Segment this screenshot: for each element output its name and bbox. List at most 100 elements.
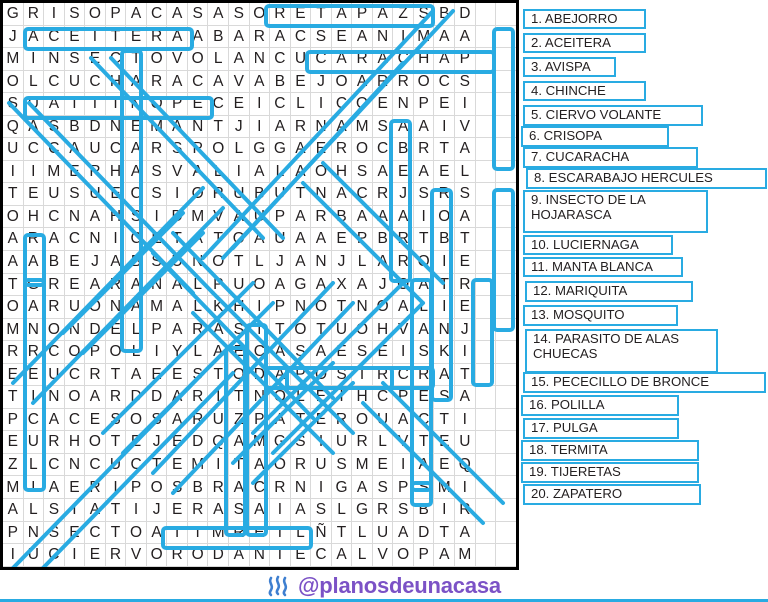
word-list-item[interactable]: 15. PECECILLO DE BRONCE [523,372,766,393]
grid-cell: V [208,205,230,229]
word-list-item[interactable]: 1. ABEJORRO [523,9,646,29]
grid-cell [475,476,497,500]
word-list-item[interactable]: 11. MANTA BLANCA [523,257,683,277]
grid-cell: U [23,431,45,454]
grid-cell: T [270,544,291,567]
word-list-item[interactable]: 18. TERMITA [521,440,699,461]
grid-cell: S [146,183,168,206]
grid-cell: B [393,138,414,161]
grid-cell: I [208,386,230,409]
grid-cell: U [44,363,65,387]
grid-cell: O [393,544,414,567]
grid-cell: J [229,115,250,139]
grid-cell: A [167,408,188,432]
grid-cell: T [434,138,456,161]
grid-cell: D [146,386,168,409]
grid-cell: I [434,296,456,319]
word-list-item[interactable]: 17. PULGA [523,418,679,439]
word-list-item[interactable]: 5. CIERVO VOLANTE [523,105,703,126]
grid-cell: C [187,70,209,94]
grid-cell: C [23,408,45,432]
word-list-item[interactable]: 20. ZAPATERO [523,484,701,505]
grid-cell: A [434,363,456,387]
grid-cell: U [208,408,230,432]
grid-cell: E [372,453,394,477]
word-list-item[interactable]: 19. TIJERETAS [521,462,699,483]
grid-cell: T [105,25,127,49]
grid-cell: O [146,93,168,116]
grid-cell: A [270,408,291,432]
grid-cell: C [64,363,86,387]
grid-cell: G [270,431,291,454]
grid-cell: B [372,228,394,252]
grid-cell: S [290,341,312,364]
grid-cell: T [146,453,168,477]
word-list-item[interactable]: 7. CUCARACHA [523,147,698,168]
grid-cell: E [434,431,456,454]
word-list-item[interactable]: 4. CHINCHE [523,81,646,101]
grid-cell: U [64,70,86,94]
grid-cell: E [311,408,332,432]
grid-cell: V [167,160,188,184]
word-list-item[interactable]: 3. AVISPA [523,57,616,77]
word-list-item[interactable]: 13. MOSQUITO [523,305,678,326]
word-list-item[interactable]: 14. PARASITO DE ALAS CHUECAS [525,329,718,373]
grid-cell: E [126,25,147,49]
grid-cell: A [229,544,250,567]
grid-cell: I [23,386,45,409]
grid-cell: R [331,138,353,161]
grid-cell: G [249,138,271,161]
grid-cell: S [64,48,86,71]
grid-cell: A [3,228,24,252]
grid-cell: O [85,431,106,454]
grid-cell: T [208,115,230,139]
grid-cell: R [352,48,373,71]
grid-cell: A [331,3,353,26]
grid-cell: J [311,70,332,94]
word-list-item[interactable]: 10. LUCIERNAGA [523,235,673,255]
grid-cell: Q [3,115,24,139]
word-list-item[interactable]: 6. CRISOPA [521,126,669,147]
grid-cell: I [434,115,456,139]
grid-cell: I [393,25,414,49]
grid-cell: I [455,476,476,500]
grid-cell: A [270,115,291,139]
grid-cell: R [44,431,65,454]
word-list-item[interactable]: 2. ACEITERA [523,33,646,53]
grid-cell: O [372,296,394,319]
word-list-item[interactable]: 8. ESCARABAJO HERCULES [526,168,767,189]
grid-cell: I [3,160,24,184]
grid-cell: I [393,453,414,477]
word-list-item[interactable]: 9. INSECTO DE LA HOJARASCA [523,190,708,233]
grid-cell: C [393,48,414,71]
grid-cell: S [146,251,168,274]
grid-cell: R [455,499,476,522]
grid-cell: B [249,183,271,206]
grid-cell: H [105,160,127,184]
grid-cell: R [372,183,394,206]
watermark: @planosdeunacasa [0,570,768,602]
word-list-item[interactable]: 12. MARIQUITA [525,281,693,302]
grid-cell: A [85,273,106,297]
grid-cell: I [434,251,456,274]
grid-cell: I [455,408,476,432]
grid-cell: A [23,296,45,319]
grid-cell: A [393,521,414,545]
grid-cell: I [229,160,250,184]
grid-cell [475,544,497,567]
grid-cell: S [64,3,86,26]
grid-cell: S [146,160,168,184]
grid-cell: U [270,183,291,206]
grid-cell: I [146,341,168,364]
word-list-item[interactable]: 16. POLILLA [521,395,679,416]
grid-cell: N [311,115,332,139]
grid-cell: M [187,205,209,229]
grid-cell: A [311,273,332,297]
grid-cell: D [187,431,209,454]
grid-cell: R [249,25,271,49]
grid-cell: H [352,386,373,409]
grid-cell: C [126,183,147,206]
grid-cell: I [23,476,45,500]
grid-cell: U [249,205,271,229]
grid-cell: J [331,251,353,274]
